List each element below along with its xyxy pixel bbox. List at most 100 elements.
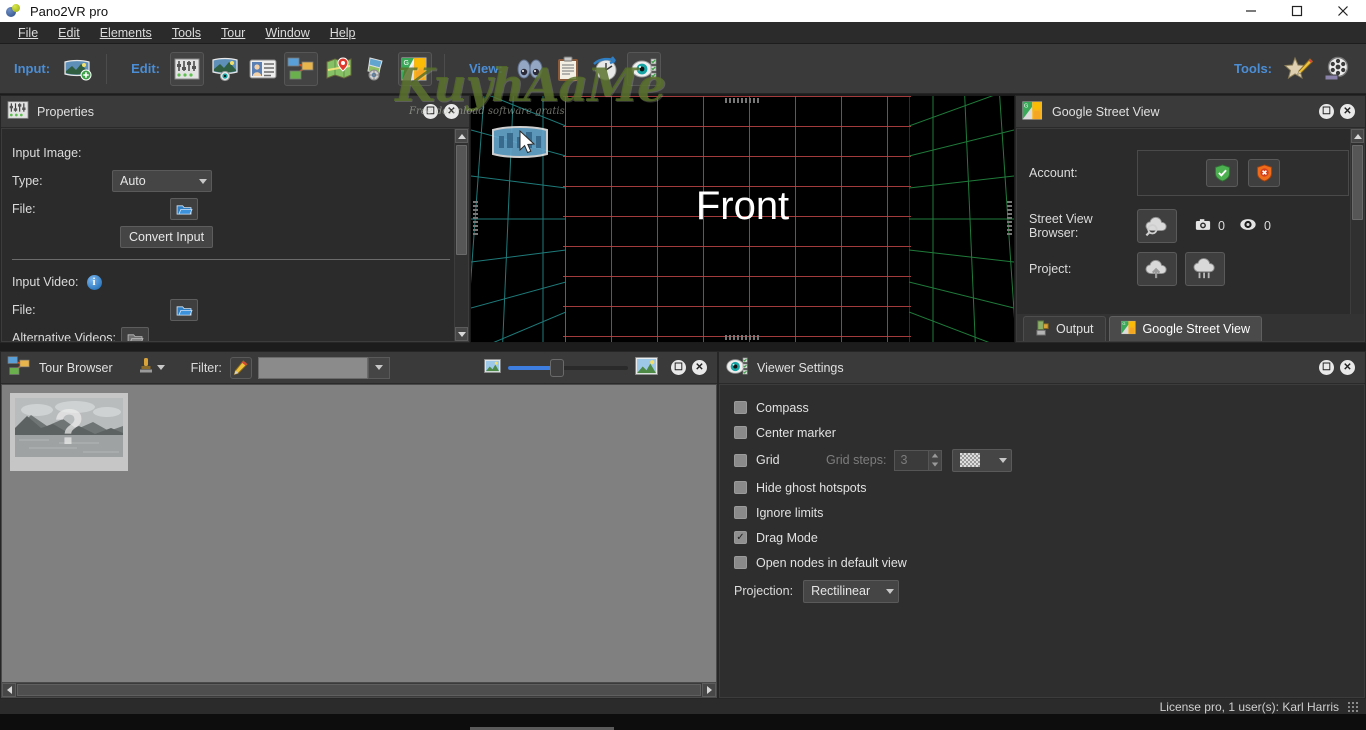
center-marker-checkbox[interactable] <box>734 426 747 439</box>
ignore-limits-checkbox[interactable] <box>734 506 747 519</box>
scroll-left-button[interactable] <box>2 683 16 697</box>
street-view-browser-button[interactable] <box>1137 209 1177 243</box>
compass-checkbox[interactable] <box>734 401 747 414</box>
grid-steps-spinner[interactable] <box>928 450 942 470</box>
main-toolbar: Input: Edit: G View: Tools: <box>0 44 1366 94</box>
type-select[interactable]: Auto <box>112 170 212 192</box>
checkbox-row-center-marker[interactable]: Center marker <box>734 420 1364 445</box>
project-delete-button[interactable] <box>1185 252 1225 286</box>
viewer-settings-button[interactable] <box>626 51 661 86</box>
scrollbar-thumb[interactable] <box>456 145 467 255</box>
viewport-top-splitter[interactable] <box>724 98 761 103</box>
alternative-videos-browse-button[interactable] <box>121 327 149 341</box>
menu-elements[interactable]: Elements <box>90 23 162 43</box>
panorama-viewport[interactable]: Front <box>470 95 1015 343</box>
properties-scrollbar[interactable] <box>454 129 468 341</box>
menu-tour[interactable]: Tour <box>211 23 255 43</box>
user-data-button[interactable] <box>246 52 280 86</box>
close-button[interactable] <box>1320 0 1366 22</box>
skin-editor-button[interactable] <box>360 52 394 86</box>
scroll-right-button[interactable] <box>702 683 716 697</box>
projection-select[interactable]: Rectilinear <box>803 579 900 603</box>
properties-button[interactable] <box>169 51 204 86</box>
account-disconnect-button[interactable] <box>1248 159 1280 187</box>
float-panel-button[interactable]: ☐ <box>671 360 686 375</box>
grid-color-select[interactable] <box>952 448 1013 472</box>
menu-tools[interactable]: Tools <box>162 23 211 43</box>
grid-checkbox[interactable] <box>734 453 747 467</box>
float-panel-button[interactable]: ☐ <box>1319 360 1334 375</box>
float-panel-button[interactable]: ☐ <box>423 104 438 119</box>
grid-steps-input[interactable]: 3 <box>894 449 943 471</box>
viewport-right-splitter[interactable] <box>1007 201 1012 237</box>
tour-browser-body[interactable]: ? <box>1 384 717 698</box>
float-panel-button[interactable]: ☐ <box>1319 104 1334 119</box>
menu-help[interactable]: Help <box>320 23 366 43</box>
eye-icon <box>1239 218 1257 234</box>
ignore-limits-label: Ignore limits <box>756 505 824 520</box>
drag-mode-checkbox[interactable]: ✓ <box>734 531 747 544</box>
license-status-text: License pro, 1 user(s): Karl Harris <box>1159 699 1339 714</box>
spin-down-button[interactable] <box>928 460 942 470</box>
video-reel-button[interactable] <box>1320 52 1354 86</box>
open-nodes-default-view-checkbox[interactable] <box>734 556 747 569</box>
checkbox-row-hide-ghost-hotspots[interactable]: Hide ghost hotspots <box>734 475 1364 500</box>
tour-browser-button[interactable] <box>283 51 318 86</box>
hide-ghost-hotspots-checkbox[interactable] <box>734 481 747 494</box>
output-log-button[interactable] <box>551 52 585 86</box>
preview-button[interactable] <box>513 52 547 86</box>
filter-combo[interactable] <box>257 356 390 379</box>
node-tool-dropdown[interactable] <box>139 357 165 378</box>
resize-grip-icon[interactable] <box>1347 701 1358 712</box>
node-thumbnail[interactable]: ? <box>10 393 128 471</box>
menu-file[interactable]: File <box>8 23 48 43</box>
filter-input[interactable] <box>257 356 368 379</box>
maximize-button[interactable] <box>1274 0 1320 22</box>
tour-browser-hscrollbar[interactable] <box>2 682 716 697</box>
checkbox-row-open-nodes-default-view[interactable]: Open nodes in default view <box>734 550 1364 575</box>
scrollbar-thumb[interactable] <box>1352 145 1363 220</box>
slider-knob[interactable] <box>549 358 564 377</box>
title-bar: Pano2VR pro <box>0 0 1366 22</box>
video-file-row: File: <box>12 296 468 324</box>
skin-star-button[interactable] <box>1282 52 1316 86</box>
close-panel-button[interactable]: ✕ <box>444 104 459 119</box>
viewport-bottom-splitter[interactable] <box>724 335 761 340</box>
menu-edit[interactable]: Edit <box>48 23 90 43</box>
panorama-viewer-button[interactable] <box>208 52 242 86</box>
scroll-up-button[interactable] <box>455 129 468 143</box>
hscrollbar-thumb[interactable] <box>17 684 701 696</box>
google-street-view-button[interactable]: G <box>397 51 432 86</box>
video-file-browse-button[interactable] <box>170 299 198 321</box>
viewport-left-splitter[interactable] <box>473 201 478 237</box>
spin-up-button[interactable] <box>928 450 942 460</box>
checkbox-row-ignore-limits[interactable]: Ignore limits <box>734 500 1364 525</box>
menu-window[interactable]: Window <box>255 23 319 43</box>
convert-input-button[interactable]: Convert Input <box>120 226 214 248</box>
close-panel-button[interactable]: ✕ <box>1340 104 1355 119</box>
filter-dropdown-button[interactable] <box>367 356 390 379</box>
folder-open-icon <box>176 305 193 316</box>
input-video-heading: Input Video: <box>12 275 79 289</box>
project-upload-button[interactable] <box>1137 252 1177 286</box>
scroll-up-button[interactable] <box>1351 129 1364 143</box>
thumbnail-size-slider-group <box>483 357 658 378</box>
info-icon[interactable]: i <box>86 274 102 290</box>
gsv-scrollbar[interactable] <box>1350 129 1364 341</box>
close-panel-button[interactable]: ✕ <box>1340 360 1355 375</box>
close-panel-button[interactable]: ✕ <box>692 360 707 375</box>
minimize-button[interactable] <box>1228 0 1274 22</box>
gsv-panel-header: G Google Street View ☐ ✕ <box>1016 96 1365 128</box>
open-input-image-button[interactable] <box>60 52 94 86</box>
animation-button[interactable] <box>589 52 623 86</box>
account-connect-button[interactable] <box>1206 159 1238 187</box>
checkbox-row-drag-mode[interactable]: ✓ Drag Mode <box>734 525 1364 550</box>
scroll-down-button[interactable] <box>455 327 468 341</box>
file-browse-button[interactable] <box>170 198 198 220</box>
tab-google-street-view[interactable]: G Google Street View <box>1108 316 1263 341</box>
map-button[interactable] <box>322 52 356 86</box>
filter-edit-button[interactable] <box>229 356 252 379</box>
thumbnail-size-slider[interactable] <box>507 358 628 377</box>
tab-output[interactable]: Output <box>1023 316 1106 341</box>
checkbox-row-compass[interactable]: Compass <box>734 395 1364 420</box>
